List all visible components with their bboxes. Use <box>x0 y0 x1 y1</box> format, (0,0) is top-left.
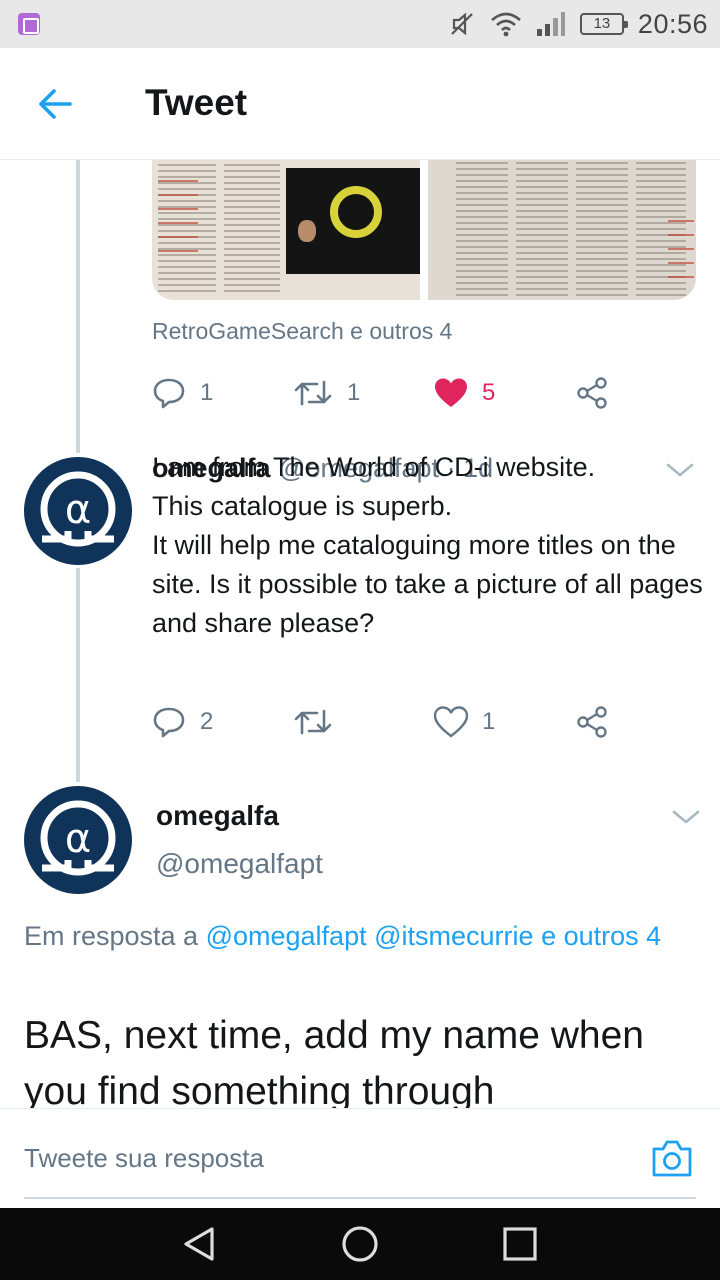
tweet-thread[interactable]: RetroGameSearch e outros 4 1 1 5 α omega… <box>0 160 720 1108</box>
nav-back-icon[interactable] <box>180 1224 220 1264</box>
share-icon <box>577 706 607 738</box>
arrow-left-icon[interactable] <box>30 82 80 126</box>
camera-icon[interactable] <box>650 1137 694 1179</box>
reply-prefix: Em resposta a <box>24 921 199 951</box>
thread-connector <box>76 160 80 453</box>
heart-filled-icon <box>435 378 467 407</box>
like-count: 1 <box>482 708 496 735</box>
poster-image <box>286 168 420 274</box>
status-bar: 13 20:56 <box>0 0 720 48</box>
user-name[interactable]: omegalfa <box>156 800 279 832</box>
share-button[interactable] <box>575 700 716 744</box>
tweet-text: BAS, next time, add my name when you fin… <box>24 1014 644 1108</box>
svg-text:α: α <box>65 487 91 533</box>
retweet-button[interactable]: 1 <box>293 371 434 415</box>
nav-home-icon[interactable] <box>340 1224 380 1264</box>
share-icon <box>577 377 607 409</box>
battery-icon: 13 <box>579 13 628 35</box>
reply-button[interactable]: 2 <box>152 700 293 744</box>
divider <box>24 1197 696 1199</box>
reply-composer: Tweete sua resposta <box>0 1108 720 1208</box>
mention-link[interactable]: @omegalfapt <box>206 921 367 951</box>
mention-more-link[interactable]: e outros 4 <box>541 921 661 951</box>
wifi-icon <box>491 12 521 37</box>
status-icons: 13 20:56 <box>448 0 708 48</box>
app-header: Tweet <box>0 48 720 160</box>
chevron-down-icon[interactable] <box>671 807 701 827</box>
like-count: 5 <box>482 379 496 406</box>
page-title: Tweet <box>145 82 248 123</box>
liked-by-text[interactable]: RetroGameSearch e outros 4 <box>152 318 452 345</box>
retweet-button[interactable] <box>293 700 434 744</box>
retweet-icon <box>294 380 332 406</box>
svg-text:α: α <box>65 816 91 862</box>
reply-icon <box>153 707 185 738</box>
tweet-text: I am from The World of CD-i website. Thi… <box>152 452 703 638</box>
media-photo-2[interactable] <box>428 160 696 300</box>
avatar[interactable]: α <box>24 457 132 565</box>
reply-count: 2 <box>200 708 214 735</box>
like-button[interactable]: 1 <box>434 700 575 744</box>
mention-link[interactable]: @itsmecurrie <box>374 921 533 951</box>
system-nav-bar <box>0 1208 720 1280</box>
thread-connector <box>76 568 80 782</box>
user-handle[interactable]: @omegalfapt <box>156 848 323 880</box>
reply-button[interactable]: 1 <box>152 371 293 415</box>
gallery-icon <box>18 13 40 35</box>
avatar[interactable]: α <box>24 786 132 894</box>
signal-icon <box>536 12 565 36</box>
nav-recents-icon[interactable] <box>500 1224 540 1264</box>
biohazard-icon <box>330 186 382 238</box>
like-button[interactable]: 5 <box>434 371 575 415</box>
tweet-media[interactable] <box>152 160 696 300</box>
mute-icon <box>451 12 473 36</box>
tweet-actions: 2 1 <box>152 700 716 744</box>
retweet-icon <box>294 709 332 735</box>
share-button[interactable] <box>575 371 716 415</box>
retweet-count: 1 <box>347 379 361 406</box>
media-photo-1[interactable] <box>152 160 420 300</box>
reply-input[interactable]: Tweete sua resposta <box>24 1143 264 1174</box>
reply-count: 1 <box>200 379 214 406</box>
reply-icon <box>153 378 185 409</box>
status-time: 20:56 <box>637 8 708 39</box>
tweet-actions: 1 1 5 <box>152 371 716 415</box>
heart-icon <box>434 706 468 738</box>
reply-context: Em resposta a @omegalfapt @itsmecurrie e… <box>24 917 684 956</box>
